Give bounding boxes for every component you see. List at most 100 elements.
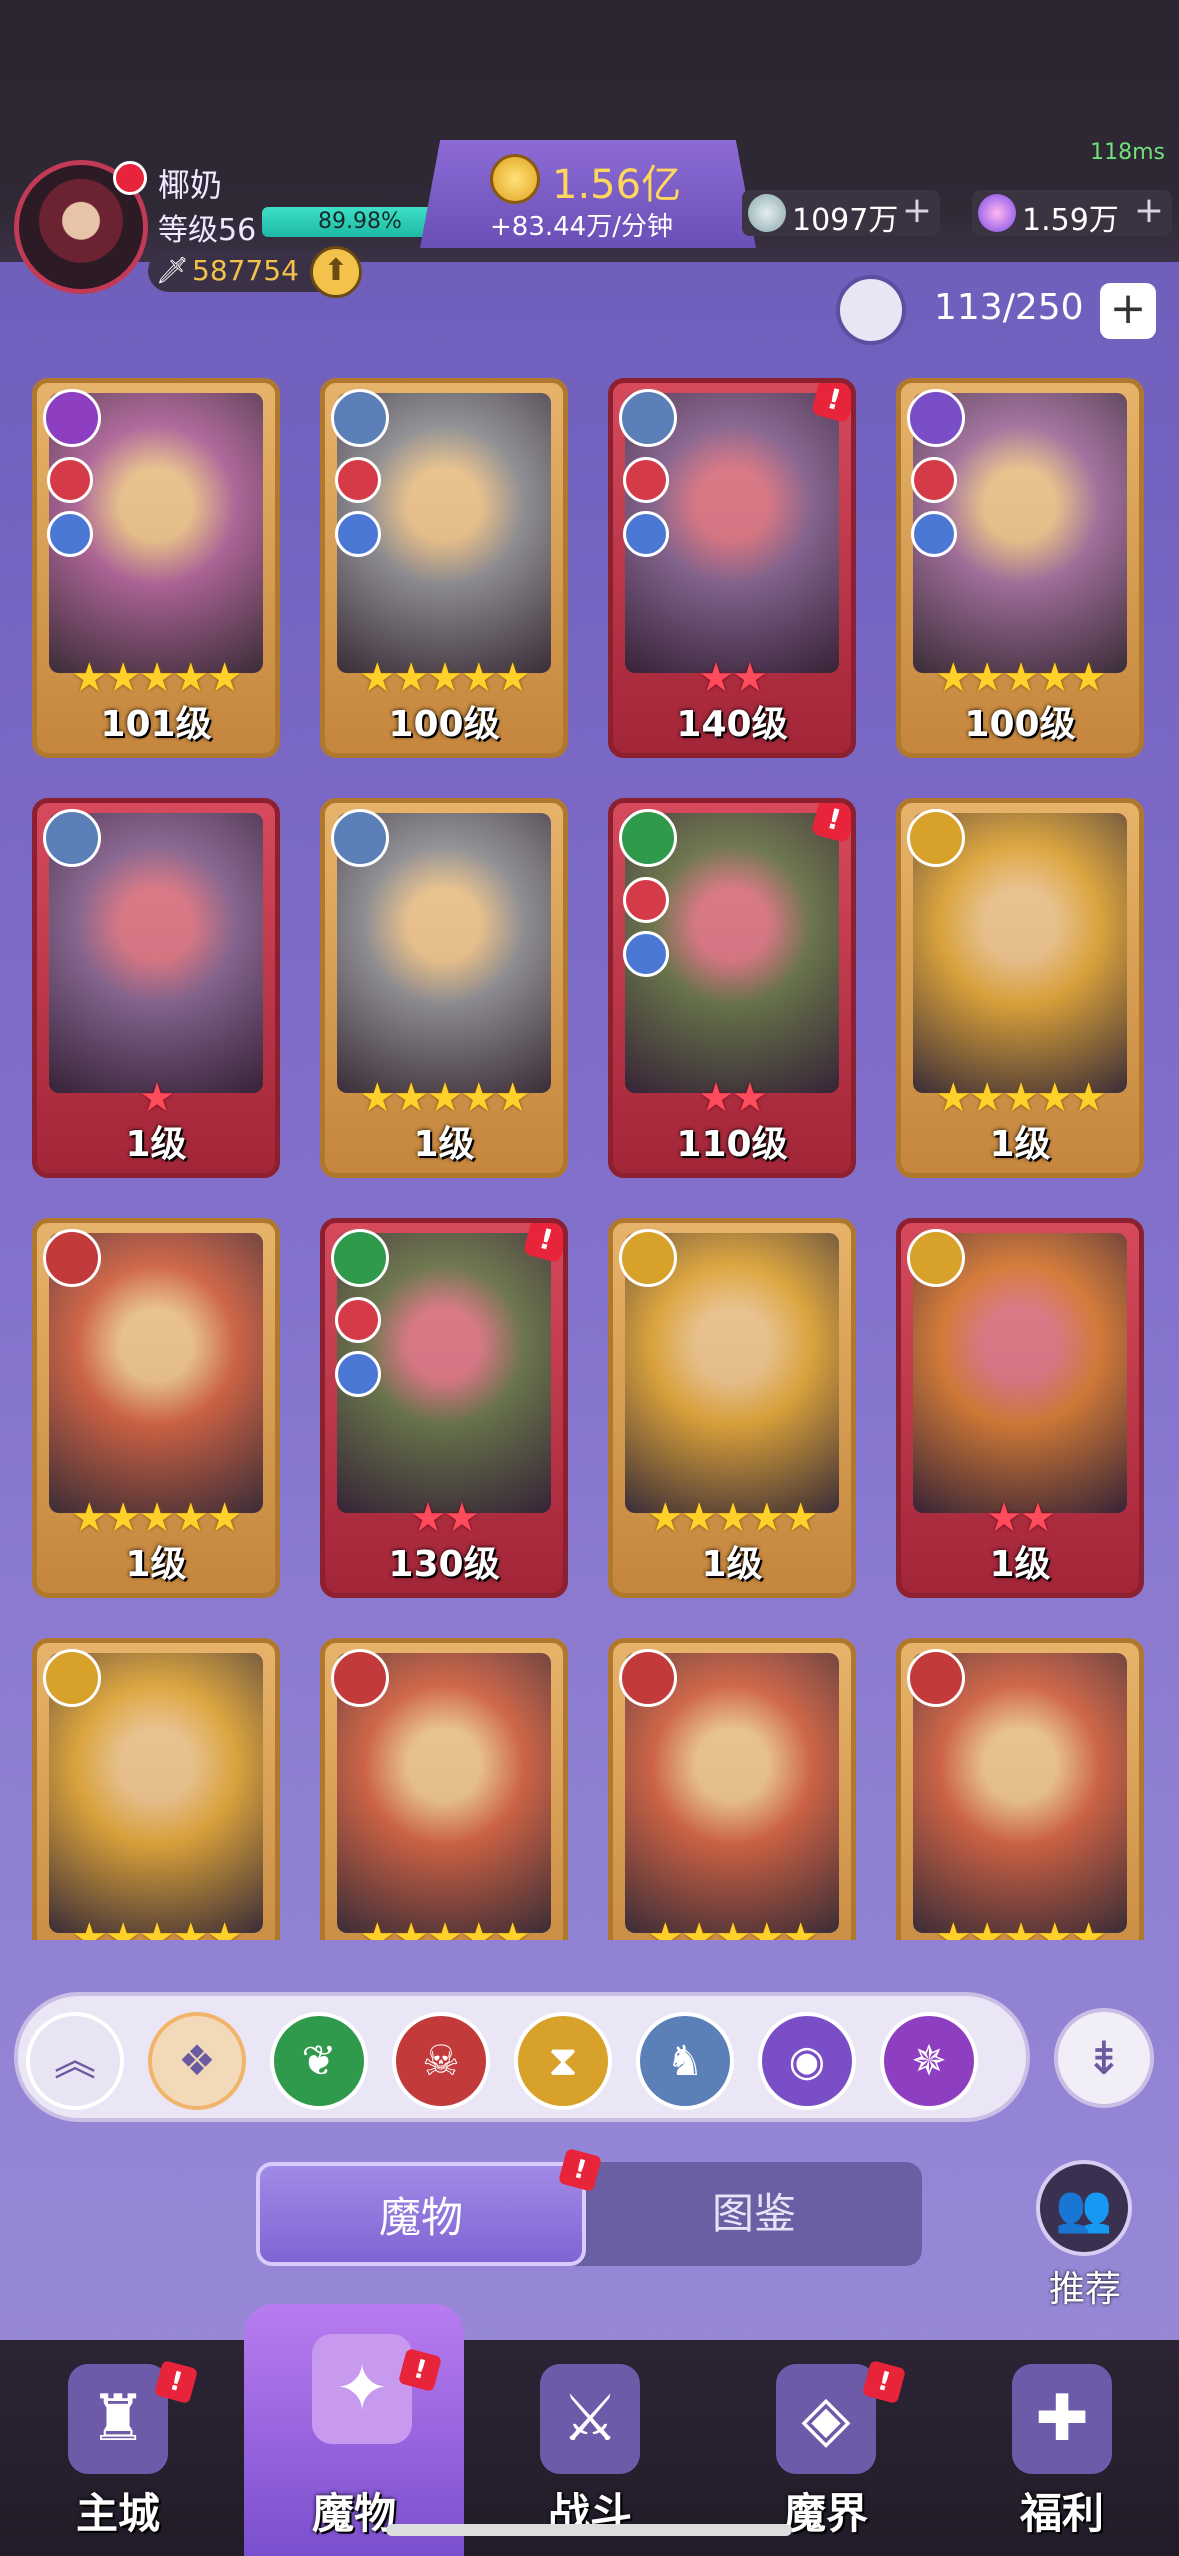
star-rating: ★★★★★ <box>359 1915 530 1940</box>
monster-card[interactable]: ★★★★★ <box>896 1638 1144 1940</box>
attack-role-icon <box>335 457 381 503</box>
add-gem-button[interactable]: + <box>1134 190 1164 231</box>
monster-card[interactable]: ★★★★★ 1级 <box>32 1218 280 1598</box>
gold-rate: +83.44万/分钟 <box>490 212 673 242</box>
monster-capacity-icon <box>836 275 906 345</box>
nav-icon: ✦ <box>312 2334 412 2444</box>
monster-card[interactable]: ★★★★★ 1级 <box>608 1218 856 1598</box>
monster-capacity: 113/250 + <box>836 275 1156 345</box>
monster-level: 1级 <box>125 1124 187 1165</box>
attack-role-icon <box>623 877 669 923</box>
element-icon <box>907 809 965 867</box>
capacity-text: 113/250 <box>934 287 1084 328</box>
monster-grid: ★★★★★ 101级 ★★★★★ 100级 ★★ 140级! ★★★★★ 100级 ★ 1级 ★★★… <box>0 370 1179 1940</box>
monster-card[interactable]: ★★★★★ <box>32 1638 280 1940</box>
player-name: 椰奶 <box>158 166 223 204</box>
recommend-button[interactable]: 👥 推荐 <box>1030 2160 1140 2312</box>
tab-bar: 魔物 ! 图鉴 <box>256 2147 922 2266</box>
gem-resource[interactable]: 1.59万 + <box>972 190 1172 238</box>
monster-card[interactable]: ★★ 110级! <box>608 798 856 1178</box>
nav-item[interactable]: ♜ 主城! <box>0 2340 236 2556</box>
tab-monsters[interactable]: 魔物 ! <box>256 2147 603 2266</box>
attack-role-icon <box>47 457 93 503</box>
nav-label: 主城 <box>75 2489 160 2538</box>
monster-card[interactable]: ★★★★★ 1级 <box>896 798 1144 1178</box>
element-icon <box>907 1649 965 1707</box>
filter-all-icon[interactable]: ❖ <box>148 2012 246 2110</box>
gold-panel[interactable]: 1.56亿 +83.44万/分钟 <box>420 140 756 248</box>
monster-card[interactable]: ★★★★★ 1级 <box>320 798 568 1178</box>
tab-codex-label: 图鉴 <box>711 2189 796 2238</box>
filter-time-icon[interactable]: ⧗ <box>514 2012 612 2110</box>
attack-role-icon <box>335 1297 381 1343</box>
monster-level: 130级 <box>388 1544 500 1585</box>
monster-card[interactable]: ★★★★★ <box>608 1638 856 1940</box>
element-icon <box>331 1229 389 1287</box>
filter-demon-icon[interactable]: ☠ <box>392 2012 490 2110</box>
element-icon <box>619 389 677 447</box>
nav-icon: ♜ <box>68 2364 168 2474</box>
attack-role-icon <box>623 457 669 503</box>
avatar[interactable] <box>14 160 148 294</box>
monster-card[interactable]: ★★★★★ 101级 <box>32 378 280 758</box>
star-rating: ★★★★★ <box>647 1915 818 1940</box>
monster-level: 1级 <box>989 1124 1051 1165</box>
ping-text: 118ms <box>1090 140 1165 165</box>
monster-level: 1级 <box>125 1544 187 1585</box>
upgrade-arrow-button[interactable]: ⬆ <box>310 246 362 298</box>
expand-capacity-button[interactable]: + <box>1100 283 1156 339</box>
gold-amount: 1.56亿 <box>552 162 682 208</box>
monster-level: 1级 <box>989 1544 1051 1585</box>
gold-coin-icon <box>490 154 540 204</box>
nav-icon: ⚔ <box>540 2364 640 2474</box>
recommend-label: 推荐 <box>1048 2269 1121 2310</box>
nav-icon: ◈ <box>776 2364 876 2474</box>
monster-card[interactable]: ★★★★★ <box>320 1638 568 1940</box>
nav-item[interactable]: ✚ 福利 <box>944 2340 1179 2556</box>
element-icon <box>907 389 965 447</box>
tab-codex[interactable]: 图鉴 <box>586 2162 922 2266</box>
defense-role-icon <box>335 1351 381 1397</box>
element-icon <box>619 1649 677 1707</box>
element-icon <box>331 809 389 867</box>
add-silver-button[interactable]: + <box>902 190 932 231</box>
monster-level: 100级 <box>388 704 500 745</box>
defense-role-icon <box>623 931 669 977</box>
monster-card[interactable]: ★★ 130级! <box>320 1218 568 1598</box>
element-icon <box>43 1229 101 1287</box>
monster-card[interactable]: ★★★★★ 100级 <box>320 378 568 758</box>
silver-coin-icon <box>748 194 786 232</box>
tab-monsters-label: 魔物 <box>378 2193 463 2242</box>
monster-card[interactable]: ★ 1级 <box>32 798 280 1178</box>
monster-card[interactable]: ★★★★★ 100级 <box>896 378 1144 758</box>
star-rating: ★★★★★ <box>935 1915 1106 1940</box>
gem-value: 1.59万 <box>1022 203 1119 238</box>
filter-eye-icon[interactable]: ◉ <box>758 2012 856 2110</box>
defense-role-icon <box>623 511 669 557</box>
filter-dragon-icon[interactable]: ♞ <box>636 2012 734 2110</box>
element-icon <box>619 809 677 867</box>
filter-nature-icon[interactable]: ❦ <box>270 2012 368 2110</box>
defense-role-icon <box>335 511 381 557</box>
silver-resource[interactable]: 1097万 + <box>742 190 940 238</box>
element-icon <box>43 1649 101 1707</box>
monster-level: 1级 <box>701 1544 763 1585</box>
element-icon <box>43 809 101 867</box>
element-icon <box>331 389 389 447</box>
monster-card[interactable]: ★★ 140级! <box>608 378 856 758</box>
monster-card[interactable]: ★★ 1级 <box>896 1218 1144 1598</box>
gem-icon <box>978 194 1016 232</box>
power-value: 587754 <box>192 254 299 287</box>
filter-collapse-icon[interactable]: ︽ <box>26 2012 124 2110</box>
nav-item[interactable]: ✦ 魔物! <box>244 2304 464 2556</box>
monster-level: 140级 <box>676 704 788 745</box>
monster-level: 101级 <box>100 704 212 745</box>
element-icon <box>619 1229 677 1287</box>
element-icon <box>43 389 101 447</box>
filter-spiral-icon[interactable]: ✵ <box>880 2012 978 2110</box>
sort-button[interactable]: ⇟ <box>1054 2008 1154 2108</box>
home-indicator <box>386 2524 792 2536</box>
nav-label: 福利 <box>1019 2489 1104 2538</box>
monster-level: 110级 <box>676 1124 788 1165</box>
defense-role-icon <box>911 511 957 557</box>
